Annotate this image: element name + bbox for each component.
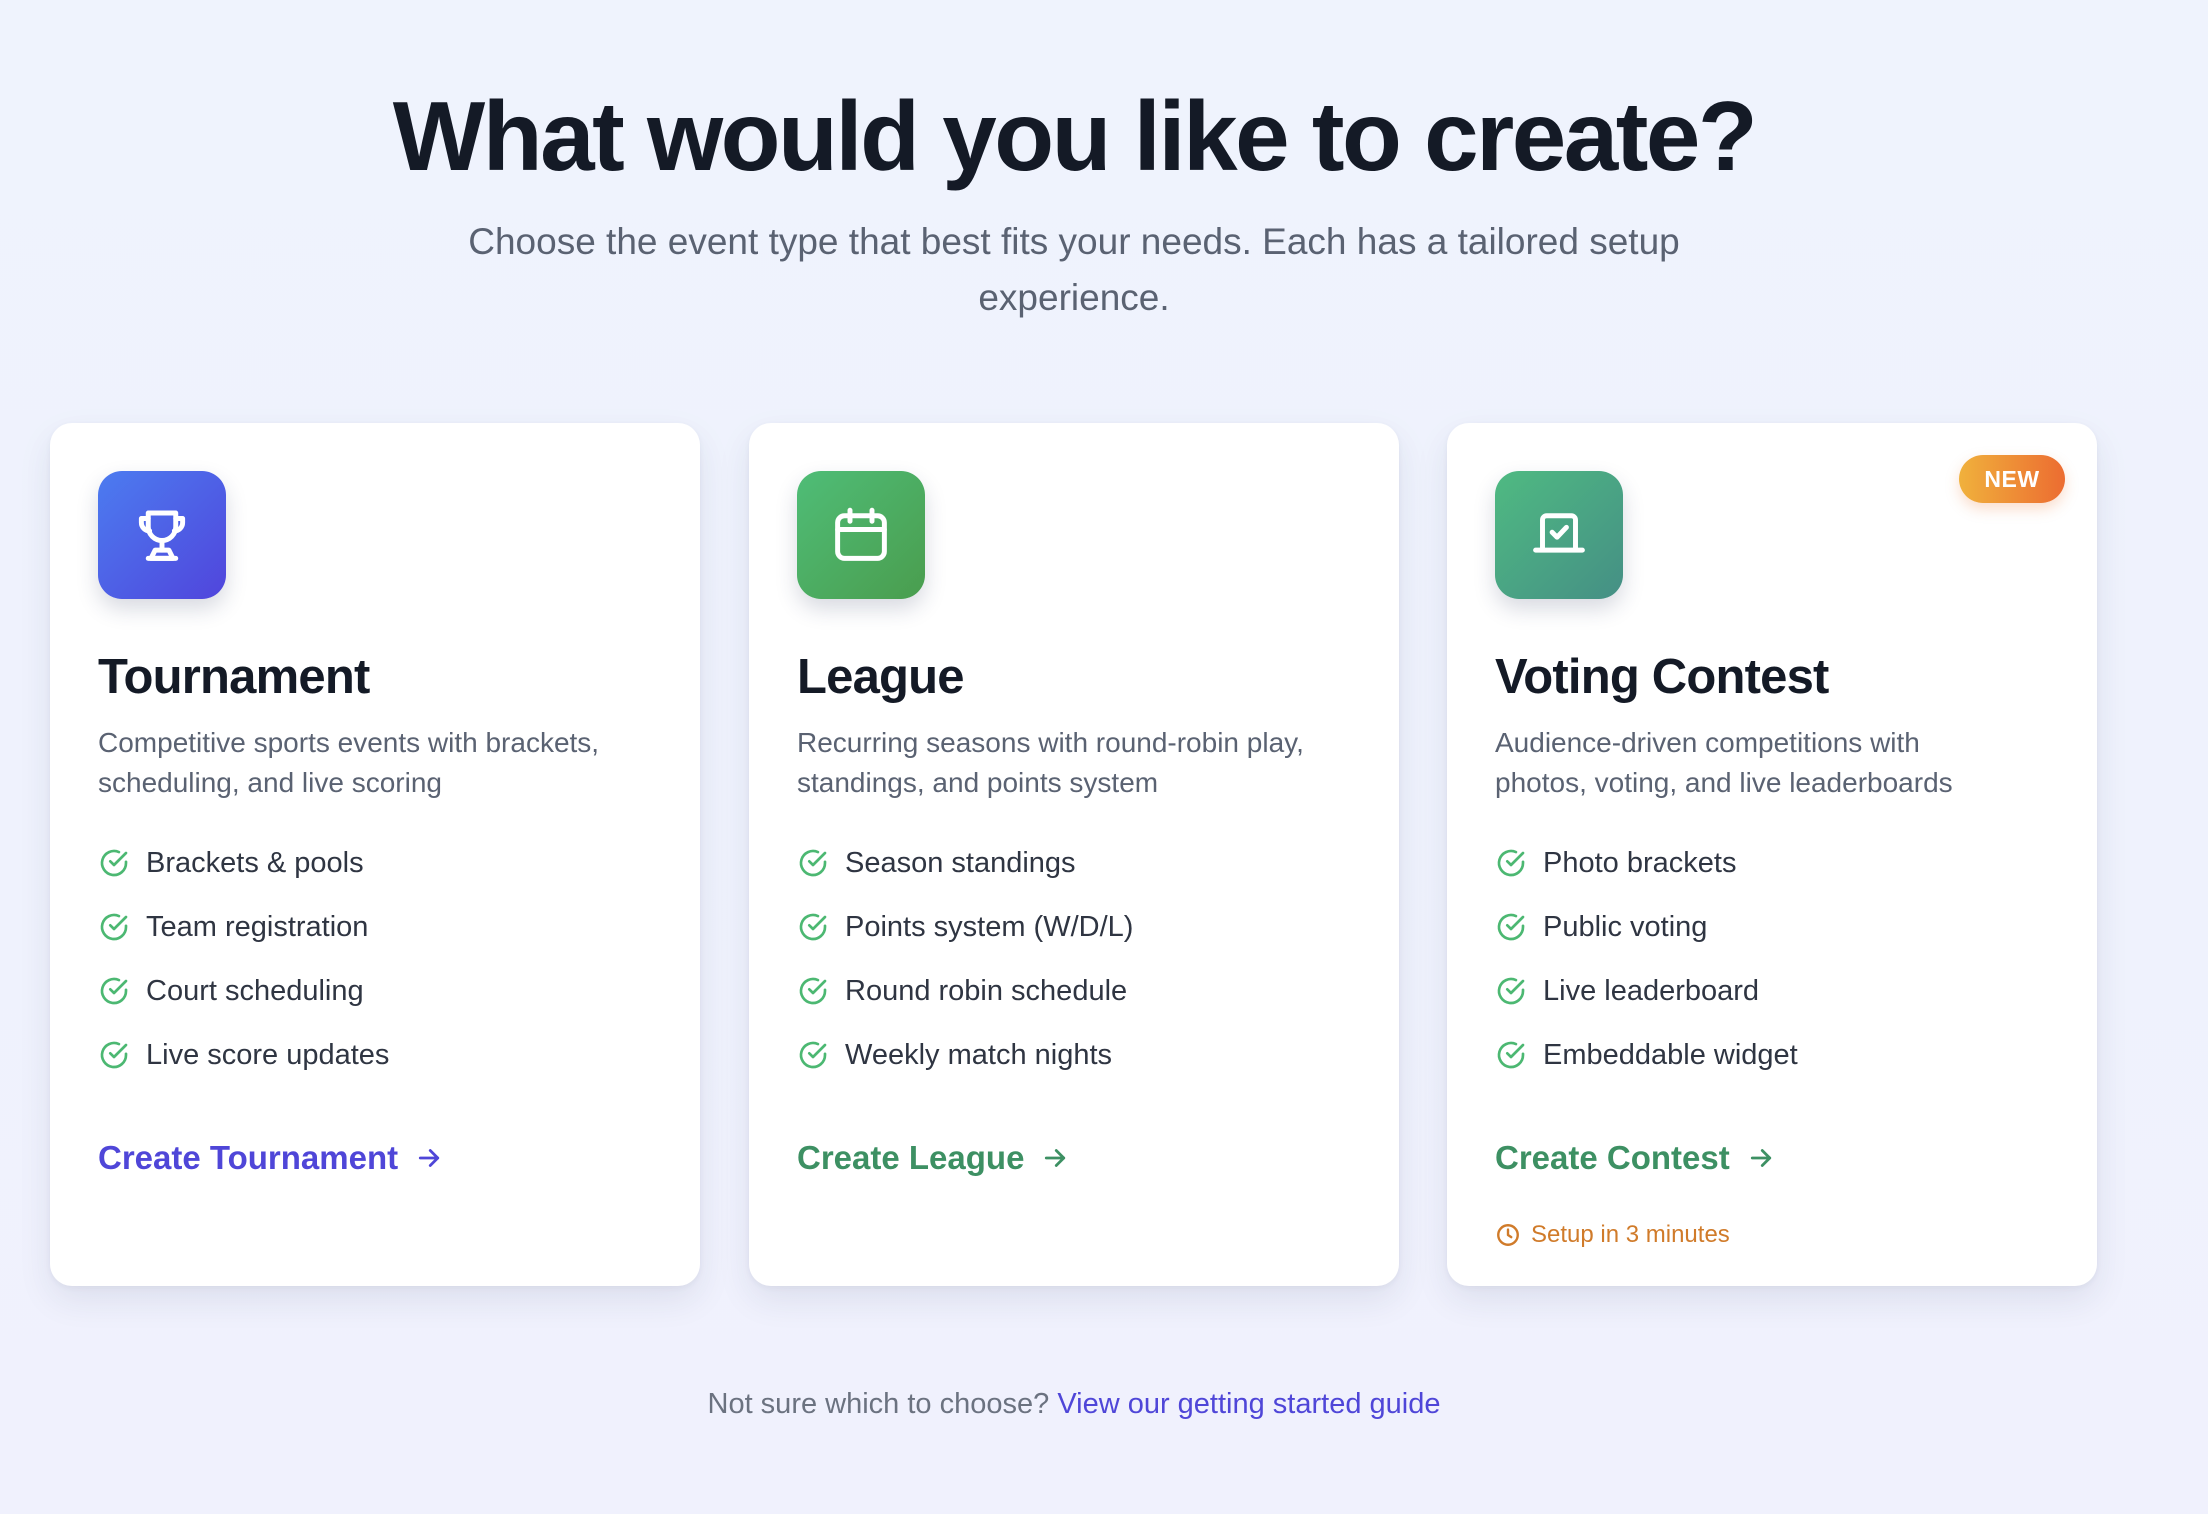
page-title: What would you like to create? (392, 81, 1758, 191)
feature-label: Points system (W/D/L) (845, 910, 1134, 943)
card-description-line-1: Competitive sports events with brackets, (98, 727, 600, 758)
clock-icon (1497, 1224, 1519, 1246)
feature-list: Season standings Points system (W/D/L) R… (797, 831, 1351, 1087)
check-circle-icon (100, 977, 128, 1005)
cta-label: Create Contest (1495, 1139, 1730, 1176)
feature-label: Brackets & pools (146, 846, 364, 879)
feature-label: Photo brackets (1543, 846, 1737, 879)
arrow-right-icon (419, 1149, 440, 1167)
feature-label: Season standings (845, 846, 1076, 879)
arrow-right-icon (1750, 1149, 1771, 1167)
feature-item: Brackets & pools (98, 831, 652, 895)
card-description-line-1: Audience-driven competitions with (1495, 727, 1920, 758)
check-circle-icon (799, 977, 827, 1005)
card-title: League (797, 650, 965, 704)
feature-label: Public voting (1543, 910, 1708, 943)
calendar-icon (797, 471, 925, 599)
new-badge: NEW (1959, 455, 2065, 503)
trophy-icon (98, 471, 226, 599)
cta-label: Create League (797, 1139, 1025, 1176)
feature-item: Points system (W/D/L) (797, 895, 1351, 959)
feature-item: Embeddable widget (1495, 1023, 2049, 1087)
create-league-link[interactable]: Create League (797, 1139, 1070, 1177)
feature-item: Weekly match nights (797, 1023, 1351, 1087)
card-title: Voting Contest (1495, 650, 1829, 704)
page-subtitle: Choose the event type that best fits you… (0, 214, 2148, 326)
league-card[interactable]: League Recurring seasons with round-robi… (749, 423, 1399, 1286)
feature-item: Public voting (1495, 895, 2049, 959)
check-circle-icon (1497, 849, 1525, 877)
feature-label: Court scheduling (146, 974, 364, 1007)
check-circle-icon (1497, 913, 1525, 941)
card-description: Competitive sports events with brackets,… (98, 723, 652, 803)
feature-item: Live leaderboard (1495, 959, 2049, 1023)
footer-help: Not sure which to choose? View our getti… (0, 1384, 2148, 1424)
check-circle-icon (1497, 977, 1525, 1005)
cta-label: Create Tournament (98, 1139, 399, 1176)
check-circle-icon (799, 913, 827, 941)
feature-label: Team registration (146, 910, 369, 943)
card-description: Recurring seasons with round-robin play,… (797, 723, 1351, 803)
create-tournament-link[interactable]: Create Tournament (98, 1139, 444, 1177)
create-contest-link[interactable]: Create Contest (1495, 1139, 1776, 1177)
check-circle-icon (100, 849, 128, 877)
card-description-line-1: Recurring seasons with round-robin play, (797, 727, 1304, 758)
feature-label: Embeddable widget (1543, 1038, 1798, 1071)
setup-time-label: Setup in 3 minutes (1531, 1221, 1730, 1248)
feature-item: Court scheduling (98, 959, 652, 1023)
card-title: Tournament (98, 650, 370, 704)
card-description-line-2: photos, voting, and live leaderboards (1495, 767, 1953, 798)
voting-contest-card[interactable]: NEW Voting Contest Audience-driven compe… (1447, 423, 2097, 1286)
arrow-right-icon (1045, 1149, 1066, 1167)
feature-list: Brackets & pools Team registration Court… (98, 831, 652, 1087)
footer-prompt: Not sure which to choose? (707, 1388, 1050, 1420)
feature-list: Photo brackets Public voting Live leader… (1495, 831, 2049, 1087)
feature-item: Live score updates (98, 1023, 652, 1087)
card-description-line-2: scheduling, and live scoring (98, 767, 442, 798)
feature-label: Round robin schedule (845, 974, 1128, 1007)
feature-item: Season standings (797, 831, 1351, 895)
ballot-box-icon (1495, 471, 1623, 599)
feature-label: Live leaderboard (1543, 974, 1760, 1007)
feature-item: Round robin schedule (797, 959, 1351, 1023)
feature-label: Live score updates (146, 1038, 390, 1071)
check-circle-icon (799, 849, 827, 877)
feature-item: Photo brackets (1495, 831, 2049, 895)
page-subtitle-line-1: Choose the event type that best fits you… (468, 221, 1680, 262)
tournament-card[interactable]: Tournament Competitive sports events wit… (50, 423, 700, 1286)
card-description-line-2: standings, and points system (797, 767, 1159, 798)
check-circle-icon (100, 1041, 128, 1069)
feature-label: Weekly match nights (845, 1038, 1113, 1071)
card-description: Audience-driven competitions with photos… (1495, 723, 2049, 803)
setup-time-note: Setup in 3 minutes (1495, 1221, 2049, 1249)
feature-item: Team registration (98, 895, 652, 959)
check-circle-icon (1497, 1041, 1525, 1069)
check-circle-icon (799, 1041, 827, 1069)
getting-started-guide-link[interactable]: View our getting started guide (1057, 1388, 1440, 1420)
check-circle-icon (100, 913, 128, 941)
page-subtitle-line-2: experience. (978, 277, 1170, 318)
